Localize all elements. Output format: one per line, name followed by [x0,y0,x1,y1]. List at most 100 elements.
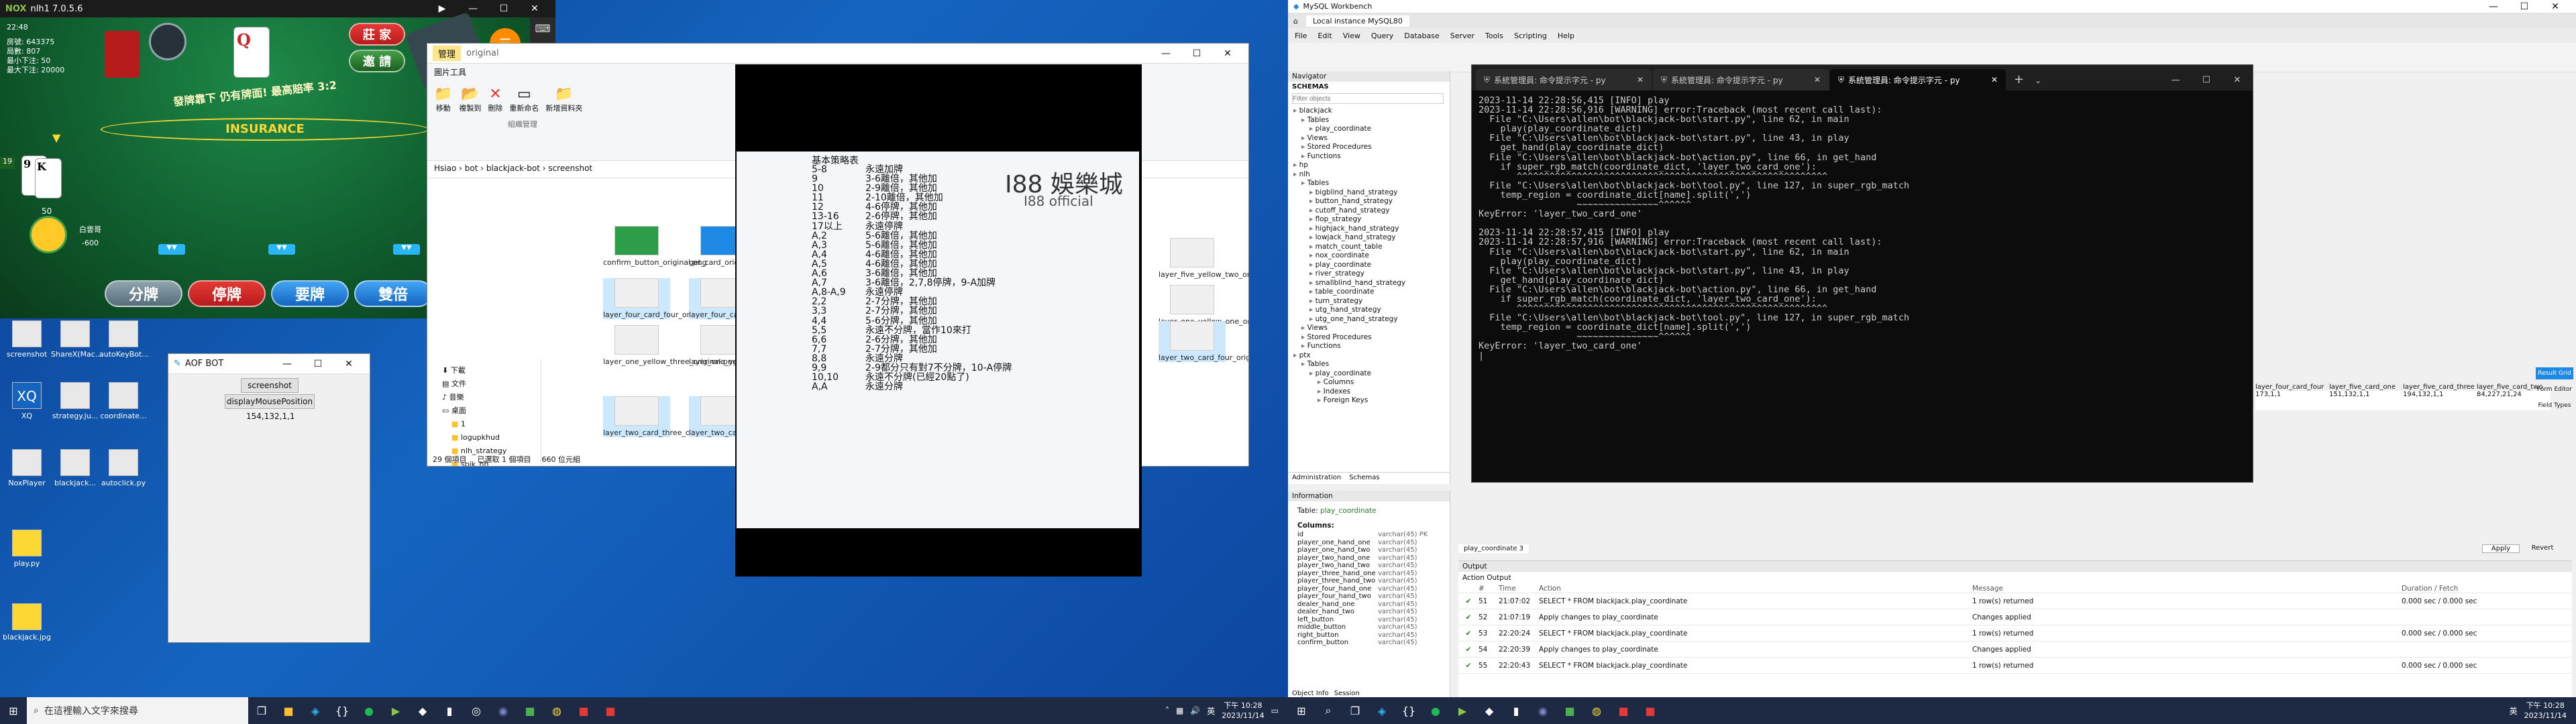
desktop-icon[interactable]: blackjack.jpg [3,603,51,642]
chrome-icon[interactable]: ◍ [543,697,570,724]
taskbar-search[interactable]: ⌕ 在這裡輸入文字來搜尋 [27,697,248,724]
apply-button[interactable]: Apply [2482,544,2520,553]
output-row[interactable]: ✔ 54 22:20:39 Apply changes to play_coordin… [1458,642,2572,658]
tree-item[interactable]: ▸ utg_hand_strategy [1293,306,1444,315]
mysql-taskbar-icon[interactable]: ◆ [1476,697,1503,724]
manage-tab[interactable]: 管理 [433,46,462,61]
file-item[interactable]: layer_two_card_four_original.png [1159,321,1248,362]
rename-button[interactable]: ▭ 重新命名 [509,86,539,113]
chrome-icon[interactable]: ◍ [1583,697,1610,724]
nox-taskbar-icon[interactable]: ▶ [382,697,409,724]
close-icon[interactable]: ✕ [333,359,364,369]
input-language[interactable]: 英 [2510,705,2518,717]
form-editor-tab[interactable]: Form Editor [2536,383,2573,396]
stand-button[interactable]: 停牌 [188,280,266,307]
home-icon[interactable]: ⌂ [1293,17,1298,25]
line-icon[interactable]: ■ [1556,697,1583,724]
tree-item[interactable]: ▸ hp [1293,161,1444,170]
chevron-down-icon[interactable]: ⌄ [2031,76,2045,90]
taskbar-clock[interactable]: 下午 10:28 2023/11/14 [2524,701,2567,721]
tree-item[interactable]: ▸ Functions [1293,152,1444,162]
desktop-icon[interactable]: NoxPlayer [3,449,51,487]
display-mouse-position-button[interactable]: displayMousePosition [225,394,315,409]
desktop-icon[interactable]: ShareX(Mac... [51,320,102,359]
task-view-icon[interactable]: ❐ [1342,697,1368,724]
desktop-icon[interactable]: coordinate... [99,382,148,420]
tree-item[interactable]: ▸ play_coordinate [1293,125,1444,134]
hit-button[interactable]: 要牌 [271,280,349,307]
file-explorer-icon[interactable]: ■ [275,697,302,724]
menu-item-edit[interactable]: Edit [1318,32,1332,40]
app-icon[interactable]: ■ [1610,697,1637,724]
windows-start-icon[interactable]: ⊞ [1288,697,1315,724]
nav-item-music[interactable]: ♪ 音樂 [442,391,535,404]
close-icon[interactable]: ✕ [2540,1,2571,12]
banker-button[interactable]: 莊 家 [349,23,405,46]
file-item[interactable]: layer_one_yellow_one_original.png [1159,285,1248,326]
tree-item[interactable]: ▸ lowjack_hand_strategy [1293,233,1444,243]
tree-item[interactable]: ▸ Tables [1293,116,1444,125]
screenshot-button[interactable]: screenshot [241,378,299,393]
new-folder-button[interactable]: 📁 新增資料夾 [545,86,582,113]
tree-item[interactable]: ▸ Foreign Keys [1293,396,1444,406]
tree-item[interactable]: ▸ turn_strategy [1293,297,1444,306]
maximize-icon[interactable]: ☐ [488,3,519,14]
line-icon[interactable]: ■ [517,697,543,724]
app-icon[interactable]: ■ [1637,697,1664,724]
desktop-icon[interactable]: play.py [3,530,51,568]
tree-item[interactable]: ▸ match_count_table [1293,243,1444,252]
tree-item[interactable]: ▸ Views [1293,324,1444,333]
desktop-icon[interactable]: screenshot [3,320,51,359]
file-item[interactable]: layer_five_yellow_two_original.png [1159,238,1248,279]
speaker-icon[interactable]: 🔊 [1190,706,1200,715]
tree-item[interactable]: ▸ Stored Procedures [1293,333,1444,343]
minimize-icon[interactable]: — [2478,1,2509,12]
terminal-taskbar-icon[interactable]: ▮ [436,697,463,724]
file-item[interactable]: layer_one_yellow_three_original.png [603,325,737,366]
menu-item-file[interactable]: File [1295,32,1307,40]
menu-item-view[interactable]: View [1343,32,1360,40]
tree-item[interactable]: ▸ Views [1293,134,1444,143]
connection-tab[interactable]: Local instance MySQL80 [1305,15,1409,27]
network-icon[interactable]: ▦ [1176,706,1183,715]
administration-tab[interactable]: Administration [1288,473,1345,484]
desktop-icon[interactable]: autoKeyBot... [99,320,149,359]
output-row[interactable]: ✔ 53 22:20:24 SELECT * FROM blackjack.play_… [1458,625,2572,642]
tree-item[interactable]: ▸ play_coordinate [1293,369,1444,379]
file-item[interactable]: layer_two_card_three_original.png [603,396,729,437]
tree-item[interactable]: ▸ Indexes [1293,387,1444,397]
close-icon[interactable]: ✕ [1212,48,1243,59]
minimize-icon[interactable]: — [458,3,488,14]
terminal-taskbar-icon[interactable]: ▮ [1503,697,1529,724]
nav-item-folder[interactable]: ■ 1 [442,418,535,431]
tree-item[interactable]: ▸ cutoff_hand_strategy [1293,206,1444,216]
object-info-tab[interactable]: Object Info [1292,690,1329,697]
field-types-tab[interactable]: Field Types [2536,400,2573,412]
desktop-icon[interactable]: autoclick.py [99,449,148,487]
nav-item-downloads[interactable]: ⬇ 下載 [442,364,535,377]
file-item[interactable]: layer_four_card_four_original.png [603,278,726,319]
maximize-icon[interactable]: ☐ [2509,1,2540,12]
maximize-icon[interactable]: ☐ [303,359,333,369]
output-row[interactable]: ✔ 51 21:07:02 SELECT * FROM blackjack.play_… [1458,593,2572,609]
menu-item-scripting[interactable]: Scripting [1514,32,1547,40]
menu-item-help[interactable]: Help [1558,32,1574,40]
nav-item-documents[interactable]: ▤ 文件 [442,377,535,391]
tree-item[interactable]: ▸ nlh [1293,170,1444,180]
output-row[interactable]: ✔ 52 21:07:19 Apply changes to play_coordin… [1458,609,2572,625]
close-icon[interactable]: ✕ [1814,75,1821,84]
menu-item-database[interactable]: Database [1404,32,1440,40]
code-icon[interactable]: {} [1395,697,1422,724]
taskbar-clock[interactable]: 下午 10:28 2023/11/14 [1222,701,1264,721]
nox-taskbar-icon[interactable]: ▶ [1449,697,1476,724]
maximize-icon[interactable]: ☐ [1181,48,1212,59]
nav-item-folder[interactable]: ■ logupkhud [442,431,535,444]
double-button[interactable]: 雙倍 [354,280,432,307]
tree-item[interactable]: ▸ Stored Procedures [1293,143,1444,152]
nav-item-desktop[interactable]: ▭ 桌面 [442,404,535,418]
terminal-output[interactable]: 2023-11-14 22:28:56,415 [INFO] play 2023-… [1472,90,2253,366]
windows-start-icon[interactable]: ⊞ [0,697,27,724]
tray-chevron-icon[interactable]: ˄ [1165,706,1169,715]
terminal-tab[interactable]: ⛨ 系統管理員: 命令提示字元 - py ✕ [1653,69,1829,90]
tree-item[interactable]: ▸ button_hand_strategy [1293,197,1444,206]
